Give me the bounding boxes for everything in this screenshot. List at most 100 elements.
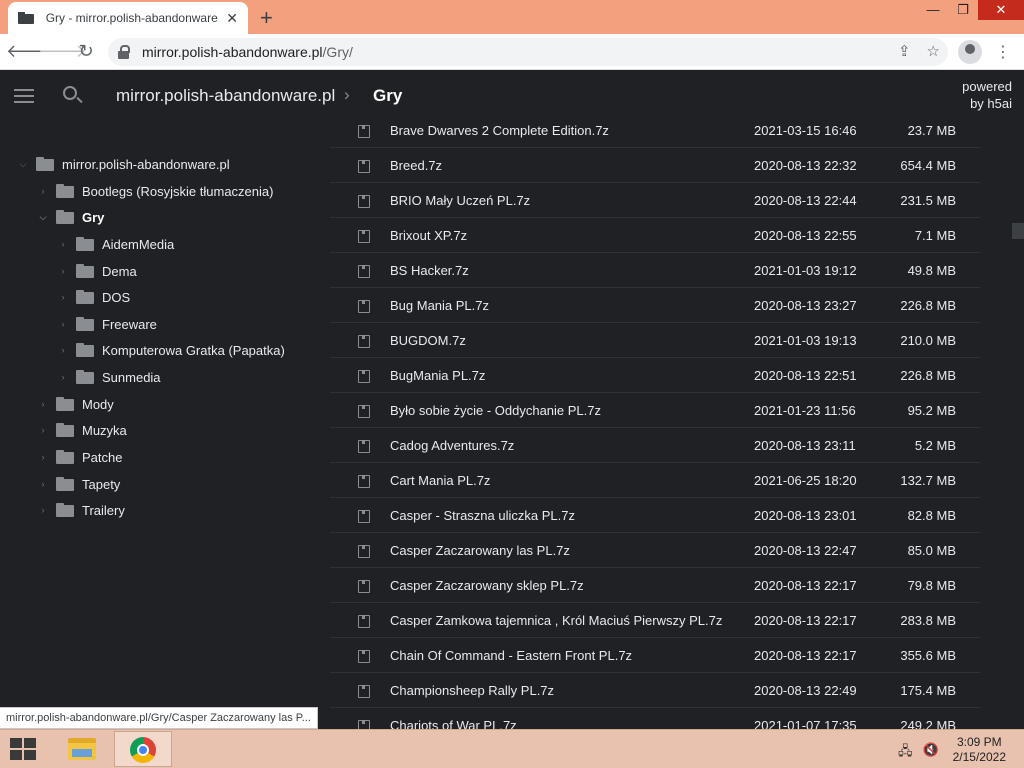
file-row[interactable]: Brixout XP.7z 2020-08-13 22:55 7.1 MB	[330, 218, 980, 253]
browser-tab[interactable]: Gry - mirror.polish-abandonware ✕	[8, 2, 248, 34]
file-size: 249.2 MB	[900, 718, 956, 729]
chevron-right-icon[interactable]: ›	[58, 319, 68, 329]
file-row[interactable]: Chain Of Command - Eastern Front PL.7z 20…	[330, 638, 980, 673]
file-row[interactable]: Breed.7z 2020-08-13 22:32 654.4 MB	[330, 148, 980, 183]
tree-item-sunmedia[interactable]: › Sunmedia	[58, 364, 161, 390]
file-date: 2020-08-13 22:44	[754, 193, 857, 208]
share-icon[interactable]: ⇪	[898, 42, 911, 60]
folder-icon	[56, 477, 74, 491]
chevron-down-icon[interactable]: ⌵	[38, 212, 48, 223]
chevron-right-icon[interactable]: ›	[58, 292, 68, 302]
file-row[interactable]: Casper Zaczarowany sklep PL.7z 2020-08-13…	[330, 568, 980, 603]
breadcrumb-root[interactable]: mirror.polish-abandonware.pl	[116, 86, 335, 106]
chevron-down-icon[interactable]: ⌵	[18, 159, 28, 170]
bookmark-star-icon[interactable]: ☆	[927, 42, 940, 60]
volume-muted-icon[interactable]: 🔇	[923, 742, 939, 764]
tree-item-aidemmedia[interactable]: › AidemMedia	[58, 231, 175, 257]
tree-item-komputerowa-gratka[interactable]: › Komputerowa Gratka (Papatka)	[58, 337, 285, 363]
file-name[interactable]: Casper - Straszna uliczka PL.7z	[390, 508, 575, 523]
tab-close-button[interactable]: ✕	[226, 10, 238, 27]
taskbar-chrome[interactable]	[114, 731, 172, 767]
restore-button[interactable]: ❐	[948, 0, 978, 20]
file-name[interactable]: Bug Mania PL.7z	[390, 298, 489, 313]
address-bar[interactable]: mirror.polish-abandonware.pl/Gry/ ⇪ ☆	[108, 38, 948, 66]
chevron-right-icon[interactable]: ›	[38, 425, 48, 435]
powered-by-h5ai[interactable]: powered by h5ai	[962, 78, 1012, 112]
file-name[interactable]: Chain Of Command - Eastern Front PL.7z	[390, 648, 632, 663]
scrollbar-thumb[interactable]	[1012, 223, 1024, 239]
file-name[interactable]: Cart Mania PL.7z	[390, 473, 490, 488]
tree-item-mody[interactable]: › Mody	[38, 391, 114, 417]
windows-start-icon[interactable]	[10, 738, 38, 762]
file-name[interactable]: BRIO Mały Uczeń PL.7z	[390, 193, 530, 208]
file-name[interactable]: BugMania PL.7z	[390, 368, 485, 383]
chevron-right-icon[interactable]: ›	[58, 372, 68, 382]
file-name[interactable]: Chariots of War PL.7z	[390, 718, 517, 729]
file-row[interactable]: BugMania PL.7z 2020-08-13 22:51 226.8 MB	[330, 358, 980, 393]
tree-root[interactable]: ⌵ mirror.polish-abandonware.pl	[18, 151, 230, 177]
forward-button[interactable]: 🡒	[38, 41, 86, 62]
tree-item-bootlegs[interactable]: › Bootlegs (Rosyjskie tłumaczenia)	[38, 178, 274, 204]
chevron-right-icon[interactable]: ›	[58, 266, 68, 276]
folder-icon	[56, 397, 74, 411]
file-name[interactable]: Championsheep Rally PL.7z	[390, 683, 554, 698]
tree-item-tapety[interactable]: › Tapety	[38, 471, 121, 497]
browser-menu-icon[interactable]: ⋮	[995, 42, 1011, 62]
file-row[interactable]: Cadog Adventures.7z 2020-08-13 23:11 5.2 M…	[330, 428, 980, 463]
file-row[interactable]: BUGDOM.7z 2021-01-03 19:13 210.0 MB	[330, 323, 980, 358]
close-window-button[interactable]: ✕	[978, 0, 1024, 20]
tree-item-trailery[interactable]: › Trailery	[38, 497, 125, 523]
file-name[interactable]: Brixout XP.7z	[390, 228, 467, 243]
chevron-right-icon[interactable]: ›	[38, 452, 48, 462]
file-row[interactable]: Casper - Straszna uliczka PL.7z 2020-08-1…	[330, 498, 980, 533]
chevron-right-icon[interactable]: ›	[58, 345, 68, 355]
search-icon[interactable]	[63, 86, 77, 100]
file-name[interactable]: Casper Zamkowa tajemnica , Król Maciuś P…	[390, 613, 722, 628]
tree-item-label: Trailery	[82, 502, 125, 518]
tree-item-dema[interactable]: › Dema	[58, 258, 137, 284]
tree-item-gry[interactable]: ⌵ Gry	[38, 204, 105, 230]
file-name[interactable]: Casper Zaczarowany sklep PL.7z	[390, 578, 584, 593]
file-date: 2021-01-03 19:12	[754, 263, 857, 278]
chevron-right-icon[interactable]: ›	[38, 186, 48, 196]
chevron-right-icon[interactable]: ›	[38, 505, 48, 515]
profile-avatar[interactable]	[958, 40, 982, 64]
file-row[interactable]: BRIO Mały Uczeń PL.7z 2020-08-13 22:44 231…	[330, 183, 980, 218]
taskbar-file-explorer[interactable]	[52, 731, 110, 767]
file-name[interactable]: Cadog Adventures.7z	[390, 438, 514, 453]
tree-item-patche[interactable]: › Patche	[38, 444, 123, 470]
tree-item-dos[interactable]: › DOS	[58, 284, 131, 310]
file-icon	[358, 650, 370, 663]
file-row[interactable]: Championsheep Rally PL.7z 2020-08-13 22:4…	[330, 673, 980, 708]
breadcrumb-current[interactable]: Gry	[373, 86, 402, 106]
back-button[interactable]: 🡐	[6, 41, 54, 62]
chevron-right-icon[interactable]: ›	[38, 479, 48, 489]
file-name[interactable]: Breed.7z	[390, 158, 442, 173]
chevron-right-icon[interactable]: ›	[58, 239, 68, 249]
folder-icon	[76, 370, 94, 384]
file-row[interactable]: Było sobie życie - Oddychanie PL.7z 2021-…	[330, 393, 980, 428]
network-icon[interactable]: 🖧	[898, 742, 913, 764]
chevron-right-icon[interactable]: ›	[38, 399, 48, 409]
file-icon	[358, 125, 370, 138]
file-row[interactable]: BS Hacker.7z 2021-01-03 19:12 49.8 MB	[330, 253, 980, 288]
file-row[interactable]: Cart Mania PL.7z 2021-06-25 18:20 132.7 MB	[330, 463, 980, 498]
file-row[interactable]: Casper Zaczarowany las PL.7z 2020-08-13 2…	[330, 533, 980, 568]
tree-item-muzyka[interactable]: › Muzyka	[38, 417, 127, 443]
menu-icon[interactable]	[14, 89, 34, 103]
new-tab-button[interactable]: +	[260, 5, 273, 31]
reload-button[interactable]: ↻	[70, 41, 102, 62]
file-row[interactable]: Chariots of War PL.7z 2021-01-07 17:35 249…	[330, 708, 980, 729]
tree-item-label: Bootlegs (Rosyjskie tłumaczenia)	[82, 183, 274, 199]
file-name[interactable]: BS Hacker.7z	[390, 263, 469, 278]
file-name[interactable]: BUGDOM.7z	[390, 333, 466, 348]
file-row[interactable]: Bug Mania PL.7z 2020-08-13 23:27 226.8 MB	[330, 288, 980, 323]
taskbar-clock[interactable]: 3:09 PM 2/15/2022	[953, 735, 1006, 765]
file-name[interactable]: Brave Dwarves 2 Complete Edition.7z	[390, 123, 609, 138]
minimize-button[interactable]: —	[918, 0, 948, 20]
file-name[interactable]: Casper Zaczarowany las PL.7z	[390, 543, 570, 558]
tree-item-freeware[interactable]: › Freeware	[58, 311, 157, 337]
file-row[interactable]: Casper Zamkowa tajemnica , Król Maciuś P…	[330, 603, 980, 638]
file-name[interactable]: Było sobie życie - Oddychanie PL.7z	[390, 403, 601, 418]
url-text[interactable]: mirror.polish-abandonware.pl/Gry/	[142, 44, 353, 60]
